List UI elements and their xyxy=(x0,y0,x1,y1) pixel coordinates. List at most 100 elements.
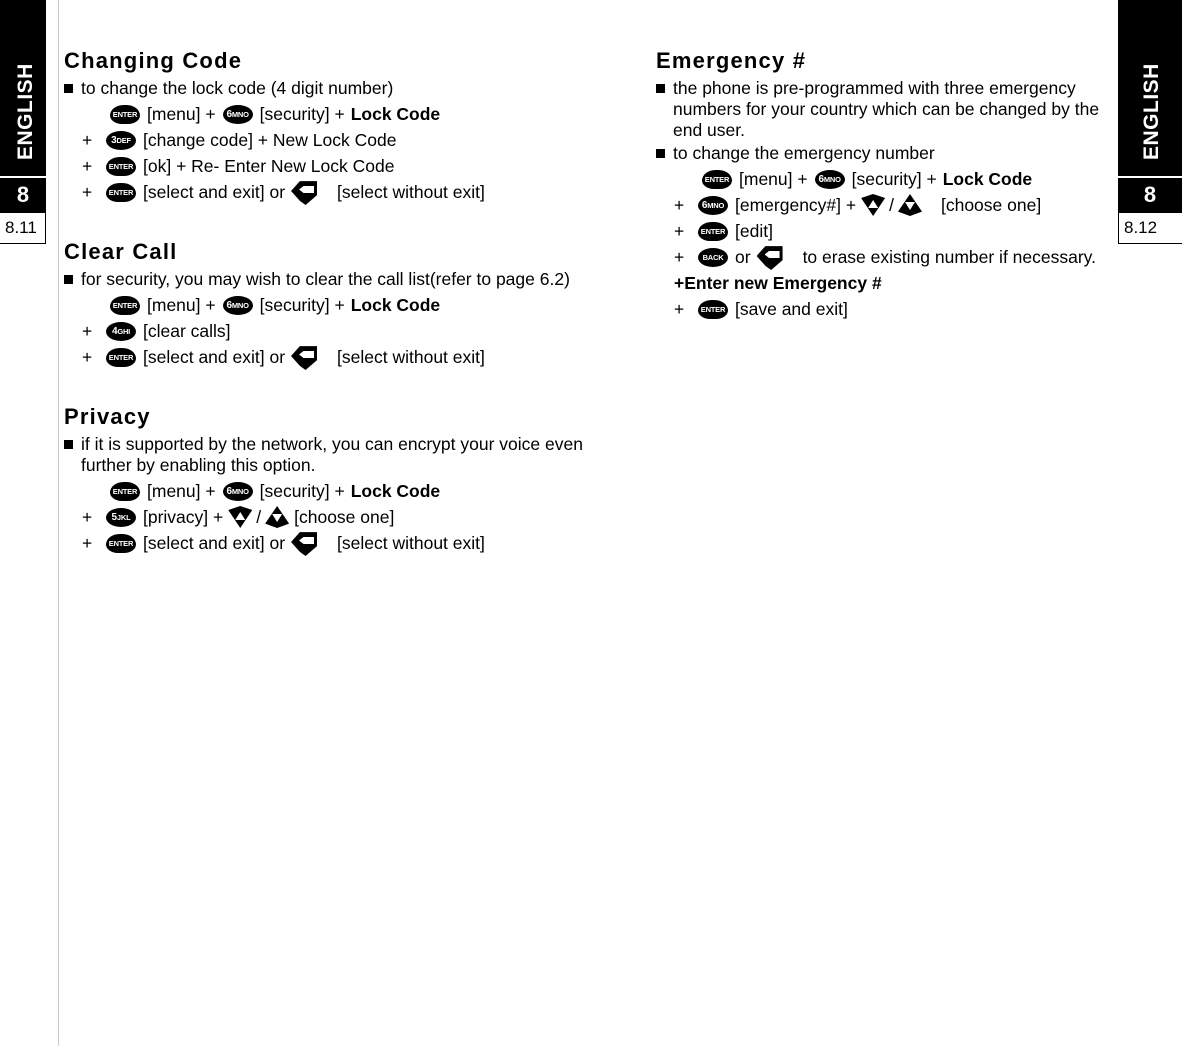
step-emphasis: Lock Code xyxy=(942,169,1033,189)
step-text: [security] + xyxy=(259,104,345,124)
right-chapter-marker: 8 xyxy=(1118,178,1182,212)
step-row: + ENTER [select and exit] or [select wit… xyxy=(82,344,594,370)
step-row: + ENTER [save and exit] xyxy=(674,296,1116,322)
step-text: [privacy] + xyxy=(143,507,224,527)
clr-arrow-key-icon xyxy=(291,530,318,556)
enter-key-icon: ENTER xyxy=(110,295,140,315)
step-text: [security] + xyxy=(259,481,345,501)
bullet-text: to change the lock code (4 digit number) xyxy=(81,78,394,98)
step-row: + 6MNO [emergency#] + / [choose one] xyxy=(674,192,1116,218)
back-key-icon: BACK xyxy=(698,247,728,267)
right-language-label: ENGLISH xyxy=(1140,63,1163,160)
step-row: + 4GHI [clear calls] xyxy=(82,318,594,344)
step-text: [select and exit] or xyxy=(143,347,286,367)
step-text: [security] + xyxy=(259,295,345,315)
step-text: [select and exit] or xyxy=(143,533,286,553)
enter-key-icon: ENTER xyxy=(110,481,140,501)
square-bullet-icon xyxy=(64,440,73,449)
step-row: + 3DEF [change code] + New Lock Code xyxy=(82,127,594,153)
right-content-column: Emergency # the phone is pre-programmed … xyxy=(656,48,1116,356)
bullet-text: if it is supported by the network, you c… xyxy=(81,434,583,475)
step-text: [select and exit] or xyxy=(143,182,286,202)
enter-key-icon: ENTER xyxy=(110,104,140,124)
plus-sign: + xyxy=(674,273,685,293)
step-row: + ENTER [ok] + Re- Enter New Lock Code xyxy=(82,153,594,179)
plus-sign: + xyxy=(82,533,93,553)
clr-arrow-key-icon xyxy=(756,244,783,270)
square-bullet-icon xyxy=(656,84,665,93)
square-bullet-icon xyxy=(64,275,73,284)
step-emphasis: Enter new Emergency # xyxy=(684,273,882,293)
enter-key-icon: ENTER xyxy=(698,221,728,241)
section-title: Emergency # xyxy=(656,48,807,73)
step-row: + ENTER [edit] xyxy=(674,218,1116,244)
step-row: ENTER [menu] + 6MNO [security] + Lock Co… xyxy=(64,292,594,318)
section-emergency-number: Emergency # the phone is pre-programmed … xyxy=(656,48,1116,322)
step-row: + Enter new Emergency # xyxy=(674,270,1116,296)
separator-slash: / xyxy=(256,507,262,527)
right-page-number: 8.12 xyxy=(1118,212,1182,244)
section-privacy: Privacy if it is supported by the networ… xyxy=(64,404,594,556)
step-emphasis: Lock Code xyxy=(350,295,441,315)
three-def-key-icon: 3DEF xyxy=(106,130,136,150)
nav-down-key-icon xyxy=(228,506,253,528)
step-text: [save and exit] xyxy=(735,299,848,319)
left-content-column: Changing Code to change the lock code (4… xyxy=(64,48,594,590)
section-title: Privacy xyxy=(64,404,151,429)
five-jkl-key-icon: 5JKL xyxy=(106,507,136,527)
step-text: [menu] + xyxy=(147,295,216,315)
bullet-item: the phone is pre-programmed with three e… xyxy=(656,78,1116,141)
step-row: + 5JKL [privacy] + / [choose one] xyxy=(82,504,594,530)
step-text: [menu] + xyxy=(739,169,808,189)
step-emphasis: Lock Code xyxy=(350,104,441,124)
bullet-item: if it is supported by the network, you c… xyxy=(64,434,594,476)
left-page-number: 8.11 xyxy=(0,212,46,244)
step-text: [edit] xyxy=(735,221,773,241)
enter-key-icon: ENTER xyxy=(106,156,136,176)
six-mno-key-icon: 6MNO xyxy=(222,295,253,315)
section-clear-call: Clear Call for security, you may wish to… xyxy=(64,239,594,370)
nav-down-key-icon xyxy=(861,194,886,216)
bullet-item: to change the emergency number xyxy=(656,143,1116,164)
enter-key-icon: ENTER xyxy=(106,182,136,202)
left-chapter-marker: 8 xyxy=(0,178,46,212)
step-text: [select without exit] xyxy=(337,347,485,367)
clr-arrow-key-icon xyxy=(291,179,318,205)
step-text: [clear calls] xyxy=(143,321,231,341)
six-mno-key-icon: 6MNO xyxy=(222,481,253,501)
step-row: + BACK or to erase existing number if ne… xyxy=(674,244,1116,270)
step-text: [choose one] xyxy=(940,195,1042,215)
step-text: [select without exit] xyxy=(337,533,485,553)
step-row: ENTER [menu] + 6MNO [security] + Lock Co… xyxy=(656,166,1116,192)
bullet-item: to change the lock code (4 digit number) xyxy=(64,78,594,99)
plus-sign: + xyxy=(82,182,93,202)
plus-sign: + xyxy=(82,130,93,150)
section-changing-code: Changing Code to change the lock code (4… xyxy=(64,48,594,205)
step-text: [change code] + New Lock Code xyxy=(143,130,397,150)
plus-sign: + xyxy=(82,507,93,527)
step-emphasis: Lock Code xyxy=(350,481,441,501)
step-text: or xyxy=(735,247,751,267)
left-language-tab: ENGLISH xyxy=(0,0,46,176)
step-text: [emergency#] + xyxy=(735,195,857,215)
step-text: [choose one] xyxy=(294,507,395,527)
plus-sign: + xyxy=(674,195,685,215)
step-text: to erase existing number if necessary. xyxy=(802,247,1096,267)
bullet-text: to change the emergency number xyxy=(673,143,935,163)
plus-sign: + xyxy=(674,299,685,319)
step-row: + ENTER [select and exit] or [select wit… xyxy=(82,179,594,205)
section-title: Changing Code xyxy=(64,48,243,73)
step-row: ENTER [menu] + 6MNO [security] + Lock Co… xyxy=(64,478,594,504)
plus-sign: + xyxy=(82,156,93,176)
six-mno-key-icon: 6MNO xyxy=(698,195,728,215)
bullet-text: the phone is pre-programmed with three e… xyxy=(673,78,1100,140)
six-mno-key-icon: 6MNO xyxy=(814,169,845,189)
page-divider-rule xyxy=(58,0,59,1046)
plus-sign: + xyxy=(674,221,685,241)
step-text: [select without exit] xyxy=(337,182,485,202)
square-bullet-icon xyxy=(656,149,665,158)
nav-up-key-icon xyxy=(265,506,290,528)
step-row: ENTER [menu] + 6MNO [security] + Lock Co… xyxy=(64,101,594,127)
section-title: Clear Call xyxy=(64,239,178,264)
bullet-item: for security, you may wish to clear the … xyxy=(64,269,594,290)
